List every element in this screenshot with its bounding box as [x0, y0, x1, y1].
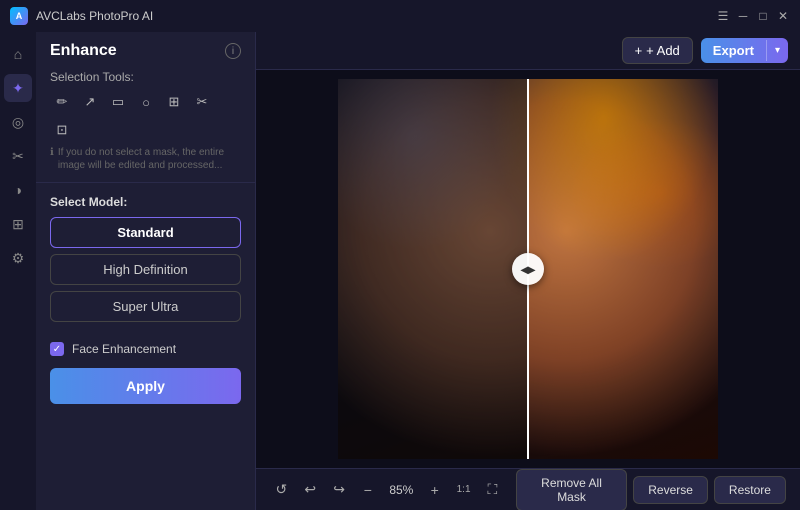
export-dropdown-arrow[interactable]: ▾	[766, 40, 788, 61]
compare-handle[interactable]: ◂▸	[512, 253, 544, 285]
bottom-bar: ↺ ↩ ↪ − 85% + 1:1 ⛶ Remove All Mask Reve…	[256, 468, 800, 510]
app-title: AVCLabs PhotoPro AI	[36, 9, 153, 23]
info-note: ℹ If you do not select a mask, the entir…	[36, 142, 255, 180]
restore-button[interactable]: Restore	[714, 476, 786, 504]
add-icon: +	[635, 43, 643, 58]
window-controls: ☰ ─ □ ✕	[716, 9, 790, 23]
lasso-tool[interactable]: ↗	[78, 90, 102, 114]
icon-rail: ⌂ ✦ ◎ ✂ ◑ ⊞ ⚙	[0, 32, 36, 510]
reverse-button[interactable]: Reverse	[633, 476, 708, 504]
zoom-out-button[interactable]: −	[356, 477, 379, 503]
undo-button[interactable]: ↩	[299, 477, 322, 503]
compare-container: ◂▸	[338, 79, 718, 459]
selection-tools-label: Selection Tools:	[36, 66, 255, 90]
export-label: Export	[701, 38, 766, 63]
right-area: + + Add Export ▾ ◂▸	[256, 32, 800, 510]
select-model-label: Select Model:	[50, 195, 241, 209]
cutout-icon[interactable]: ✂	[4, 142, 32, 170]
info-note-text: If you do not select a mask, the entire …	[58, 146, 241, 172]
titlebar-left: A AVCLabs PhotoPro AI	[10, 7, 153, 25]
color-icon[interactable]: ◑	[4, 176, 32, 204]
top-toolbar: + + Add Export ▾	[256, 32, 800, 70]
object-icon[interactable]: ◎	[4, 108, 32, 136]
close-button[interactable]: ✕	[776, 9, 790, 23]
model-section: Select Model: Standard High Definition S…	[36, 185, 255, 338]
refresh-button[interactable]: ↺	[270, 477, 293, 503]
pen-tool[interactable]: ✏	[50, 90, 74, 114]
ellipse-tool[interactable]: ○	[134, 90, 158, 114]
remove-all-mask-button[interactable]: Remove All Mask	[516, 469, 627, 510]
minimize-button[interactable]: ─	[736, 9, 750, 23]
left-panel: Enhance i Selection Tools: ✏ ↗ ▭ ○ ⊞ ✂ ⊡…	[36, 32, 256, 510]
adjust-icon[interactable]: ⚙	[4, 244, 32, 272]
fit-screen-button[interactable]: ⛶	[481, 477, 504, 503]
divider-1	[36, 182, 255, 183]
home-icon[interactable]: ⌂	[4, 40, 32, 68]
apply-button[interactable]: Apply	[50, 368, 241, 404]
panel-title: Enhance	[50, 42, 117, 60]
tools-grid: ✏ ↗ ▭ ○ ⊞ ✂ ⊡	[36, 90, 255, 142]
export-button[interactable]: Export ▾	[701, 38, 788, 63]
high-definition-model-button[interactable]: High Definition	[50, 254, 241, 285]
enhance-icon[interactable]: ✦	[4, 74, 32, 102]
main-container: ⌂ ✦ ◎ ✂ ◑ ⊞ ⚙ Enhance i Selection Tools:…	[0, 32, 800, 510]
face-enhancement-checkbox[interactable]: ✓	[50, 342, 64, 356]
face-enhancement-label: Face Enhancement	[72, 342, 176, 356]
standard-model-button[interactable]: Standard	[50, 217, 241, 248]
original-image	[338, 79, 528, 459]
app-icon: A	[10, 7, 28, 25]
enhanced-image	[528, 79, 718, 459]
info-note-icon: ℹ	[50, 146, 54, 159]
handle-arrows-icon: ◂▸	[521, 261, 535, 278]
enhanced-portrait	[528, 79, 718, 459]
redo-button[interactable]: ↪	[328, 477, 351, 503]
zoom-one-to-one-button[interactable]: 1:1	[452, 477, 475, 503]
scissors-tool[interactable]: ✂	[190, 90, 214, 114]
zoom-in-button[interactable]: +	[423, 477, 446, 503]
titlebar: A AVCLabs PhotoPro AI ☰ ─ □ ✕	[0, 0, 800, 32]
add-button[interactable]: + + Add	[622, 37, 693, 64]
transform-icon[interactable]: ⊞	[4, 210, 32, 238]
info-icon[interactable]: i	[225, 43, 241, 59]
canvas-area[interactable]: ◂▸	[256, 70, 800, 468]
zoom-percent: 85%	[385, 483, 417, 497]
grid-tool[interactable]: ⊡	[50, 118, 74, 142]
panel-header: Enhance i	[36, 32, 255, 66]
menu-button[interactable]: ☰	[716, 9, 730, 23]
super-ultra-model-button[interactable]: Super Ultra	[50, 291, 241, 322]
magic-tool[interactable]: ⊞	[162, 90, 186, 114]
add-label: + Add	[646, 43, 680, 58]
rect-tool[interactable]: ▭	[106, 90, 130, 114]
maximize-button[interactable]: □	[756, 9, 770, 23]
check-icon: ✓	[53, 344, 61, 355]
face-enhancement-row: ✓ Face Enhancement	[36, 338, 255, 368]
original-portrait	[338, 79, 528, 459]
